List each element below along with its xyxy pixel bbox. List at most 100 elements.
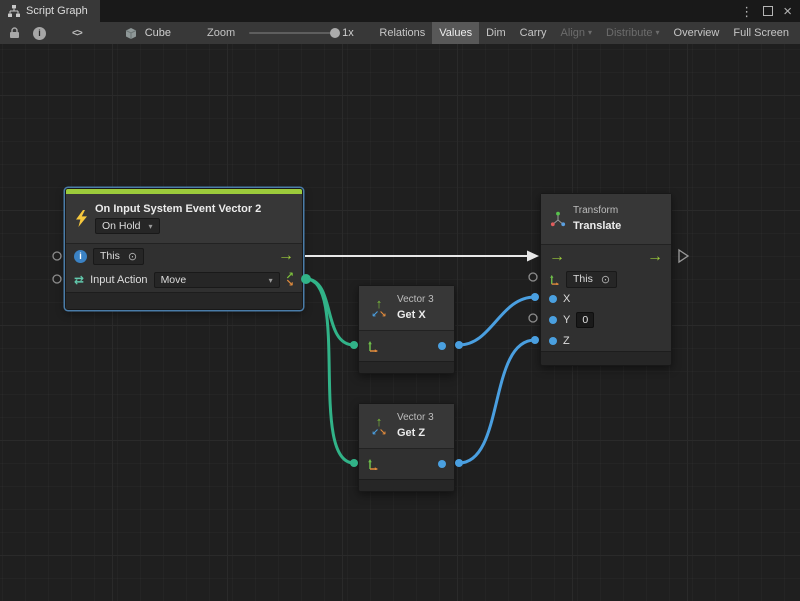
fullscreen-button[interactable]: Full Screen [726, 22, 796, 44]
float-input-port-icon[interactable] [549, 316, 557, 324]
get-x-header: ↑ ↙ ↘ Vector 3 Get X [359, 286, 454, 331]
object-picker-icon[interactable]: ⊙ [128, 250, 137, 263]
object-picker-icon[interactable]: ⊙ [601, 273, 610, 286]
code-icon[interactable]: <> [72, 28, 82, 39]
align-label: Align [561, 22, 585, 44]
float-input-port-icon[interactable] [549, 337, 557, 345]
event-mode-value: On Hold [102, 220, 141, 232]
title-bar: Script Graph ⋮ × [0, 0, 800, 22]
input-action-dropdown[interactable]: Move ▾ [154, 272, 280, 288]
y-value-field[interactable]: 0 [576, 312, 594, 328]
overview-button[interactable]: Overview [667, 22, 727, 44]
get-z-header: ↑ ↙ ↘ Vector 3 Get Z [359, 404, 454, 449]
flow-output-port-icon[interactable]: → [278, 248, 294, 264]
wire-float-getz-to-translate-z[interactable] [459, 340, 535, 463]
vector3-input-port-icon[interactable] [367, 458, 379, 470]
translate-y-row: Y 0 [541, 309, 671, 330]
input-action-value: Move [161, 274, 187, 286]
get-z-footer [359, 479, 454, 491]
port-translate-this-input[interactable] [529, 273, 537, 281]
port-getx-float-output[interactable] [455, 341, 463, 349]
event-this-row: i This ⊙ → [66, 244, 302, 268]
x-port-label: X [563, 293, 570, 305]
event-mode-dropdown[interactable]: On Hold ▾ [95, 218, 160, 234]
y-port-label: Y [563, 314, 570, 326]
wire-vector2-event-to-getx[interactable] [306, 279, 354, 345]
translate-this-field[interactable]: This ⊙ [566, 271, 617, 288]
target-object-label[interactable]: Cube [145, 27, 171, 39]
get-x-footer [359, 361, 454, 373]
event-this-label: This [100, 250, 120, 262]
float-input-port-icon[interactable] [549, 295, 557, 303]
menu-kebab-icon[interactable]: ⋮ [740, 5, 753, 18]
translate-x-row: X [541, 289, 671, 309]
toolbar-buttons: Relations Values Dim Carry Align ▾ Distr… [372, 22, 796, 44]
get-x-category: Vector 3 [397, 294, 434, 306]
port-getz-vector3-input[interactable] [350, 459, 358, 467]
port-translate-y-input[interactable] [529, 314, 537, 322]
flow-output-port-icon[interactable]: → [647, 249, 663, 265]
zoom-slider[interactable] [249, 32, 337, 34]
graph-canvas[interactable]: On Input System Event Vector 2 On Hold ▾… [0, 44, 800, 601]
caret-down-icon: ▾ [656, 22, 660, 44]
arrow-down-right-icon: ↘ [379, 428, 387, 437]
caret-down-icon: ▾ [149, 222, 153, 231]
info-glyph: i [79, 251, 82, 261]
port-getx-vector3-input[interactable] [350, 341, 358, 349]
translate-z-row: Z [541, 330, 671, 351]
gameobject-info-icon: i [74, 250, 87, 263]
get-z-category: Vector 3 [397, 412, 434, 424]
port-translate-x-input[interactable] [531, 293, 539, 301]
lock-icon[interactable] [6, 22, 23, 44]
vector3-input-port-icon[interactable] [367, 340, 379, 352]
node-vector3-get-x[interactable]: ↑ ↙ ↘ Vector 3 Get X [358, 285, 455, 374]
get-z-port-row [359, 449, 454, 479]
tab-title: Script Graph [26, 5, 88, 17]
node-on-input-system-event[interactable]: On Input System Event Vector 2 On Hold ▾… [65, 188, 303, 310]
zoom-value: 1x [342, 27, 354, 39]
node-vector3-get-z[interactable]: ↑ ↙ ↘ Vector 3 Get Z [358, 403, 455, 492]
get-x-name: Get X [397, 309, 426, 322]
zoom-slider-handle[interactable] [330, 28, 340, 38]
wire-flow-arrowhead-icon [527, 251, 539, 262]
graph-toolbar: i <> Cube Zoom 1x Relations Values Dim C… [0, 22, 800, 44]
node-transform-translate[interactable]: Transform Translate → → This ⊙ [540, 193, 672, 366]
float-output-port-icon[interactable] [438, 342, 446, 350]
arrow-down-right-icon: ↘ [286, 280, 294, 287]
align-button: Align ▾ [554, 22, 599, 44]
vector3-icon: ↑ ↙ ↘ [368, 297, 390, 319]
port-event-target-input[interactable] [53, 275, 61, 283]
port-translate-flow-output-triangle[interactable] [679, 250, 688, 262]
wire-vector2-event-to-getz[interactable] [306, 279, 354, 463]
vector2-output-port-icon[interactable]: ↗ ↘ [286, 273, 294, 287]
close-icon[interactable]: × [783, 4, 792, 19]
arrow-down-left-icon: ↙ [371, 428, 379, 437]
carry-button[interactable]: Carry [513, 22, 554, 44]
flow-input-port-icon[interactable]: → [549, 249, 565, 265]
info-glyph: i [38, 28, 41, 38]
port-event-flow-input[interactable] [53, 252, 61, 260]
maximize-icon[interactable] [763, 5, 773, 18]
translate-category: Transform [573, 205, 618, 217]
values-button[interactable]: Values [432, 22, 479, 44]
translate-name: Translate [573, 220, 621, 233]
maximize-glyph [763, 6, 773, 16]
translate-flow-row: → → [541, 245, 671, 269]
get-x-port-row [359, 331, 454, 361]
translate-this-row: This ⊙ [541, 269, 671, 289]
float-output-port-icon[interactable] [438, 460, 446, 468]
dim-button[interactable]: Dim [479, 22, 513, 44]
relations-button[interactable]: Relations [372, 22, 432, 44]
event-this-field[interactable]: This ⊙ [93, 248, 144, 265]
tab-script-graph[interactable]: Script Graph [0, 0, 100, 22]
script-graph-window: Script Graph ⋮ × i <> Cube Zoom 1x [0, 0, 800, 601]
port-translate-z-input[interactable] [531, 336, 539, 344]
info-icon[interactable]: i [33, 27, 46, 40]
port-getz-float-output[interactable] [455, 459, 463, 467]
event-node-footer [66, 292, 302, 309]
arrow-down-left-icon: ↙ [371, 310, 379, 319]
input-action-icon: ⇄ [74, 273, 84, 287]
arrow-down-right-icon: ↘ [379, 310, 387, 319]
vector3-icon: ↑ ↙ ↘ [368, 415, 390, 437]
wire-float-getx-to-translate-x[interactable] [459, 297, 535, 345]
